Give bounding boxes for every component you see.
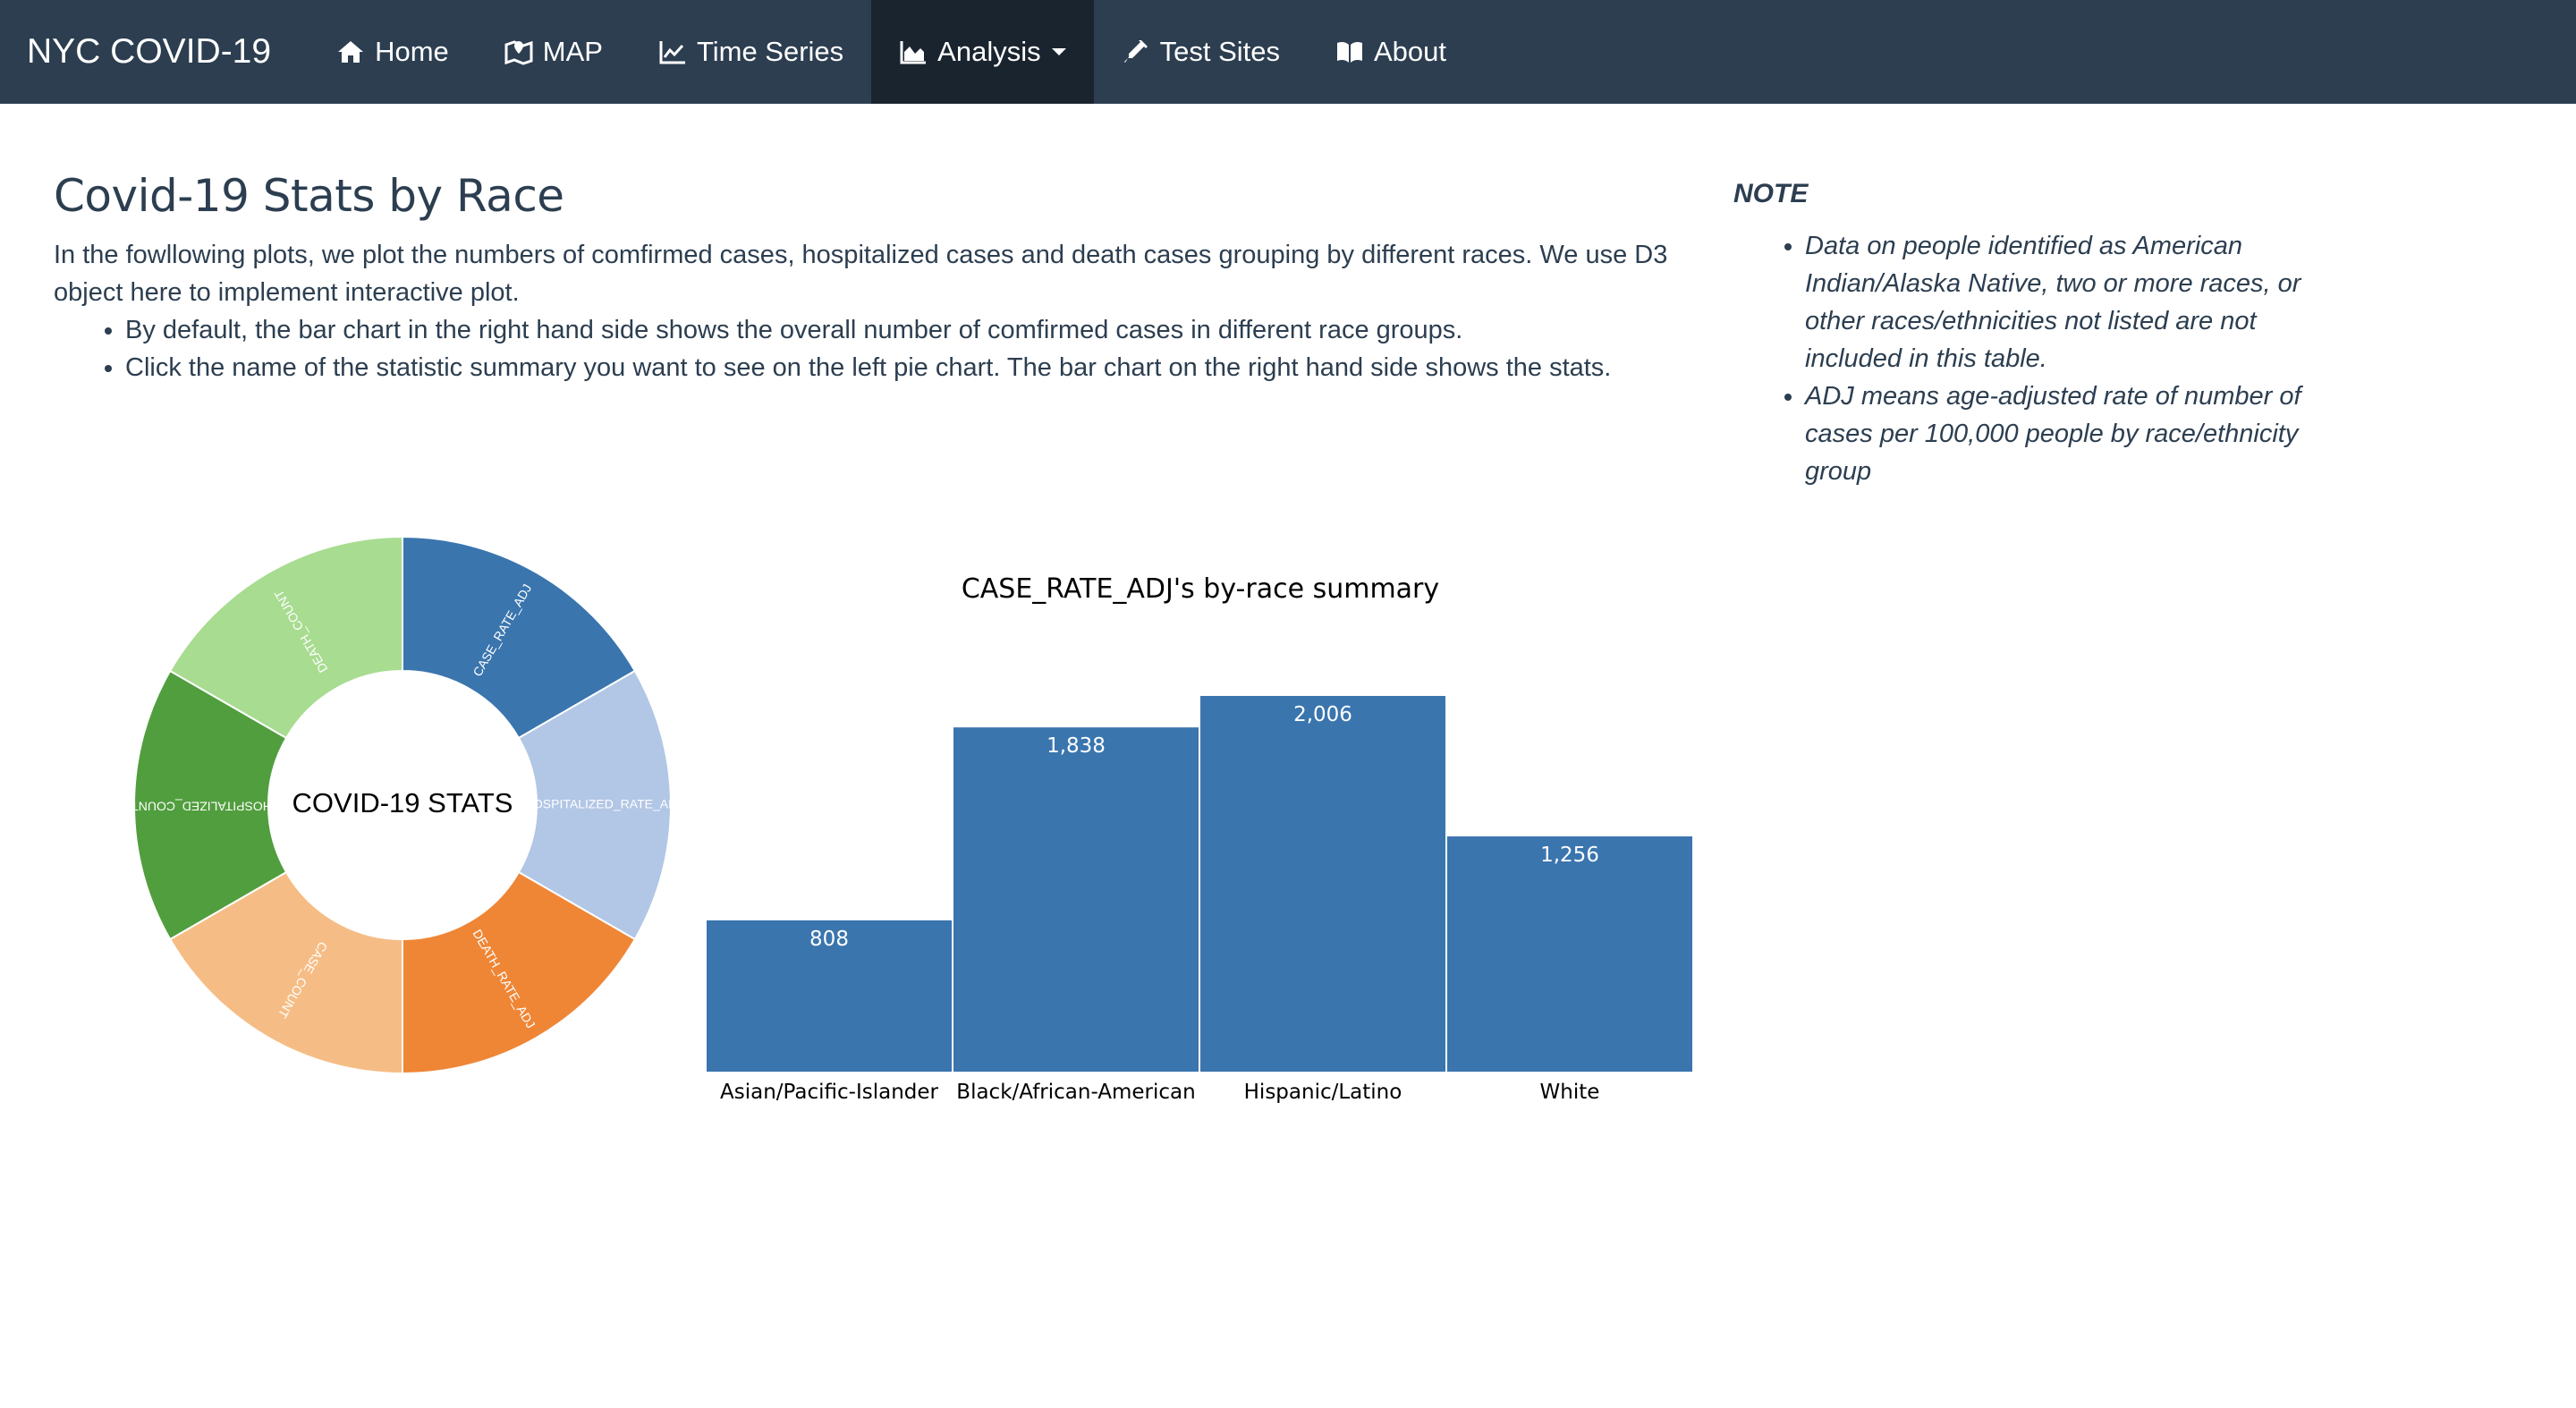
intro-paragraph: In the fowllowing plots, we plot the num… — [54, 241, 1668, 307]
bar[interactable] — [953, 727, 1199, 1072]
home-icon — [336, 38, 365, 66]
note-bullet: Data on people identified as American In… — [1805, 227, 2342, 377]
x-tick-label: Asian/Pacific-Islander — [720, 1081, 939, 1104]
brand-link[interactable]: NYC COVID-19 — [0, 0, 298, 104]
nav-test-sites-label: Test Sites — [1159, 36, 1280, 67]
nav-time-series-label: Time Series — [696, 36, 844, 67]
nav-time-series[interactable]: Time Series — [631, 0, 871, 104]
note-list: Data on people identified as American In… — [1733, 227, 2342, 490]
nav-home-label: Home — [375, 36, 449, 67]
area-chart-icon — [899, 38, 928, 66]
donut-center-label: COVID-19 STATS — [292, 787, 513, 819]
nav-test-sites[interactable]: Test Sites — [1094, 0, 1308, 104]
book-icon — [1335, 38, 1364, 66]
nav-about-label: About — [1374, 36, 1447, 67]
x-tick-label: Black/African-American — [956, 1081, 1195, 1104]
x-tick-label: Hispanic/Latino — [1244, 1081, 1402, 1104]
nav-map-label: MAP — [542, 36, 603, 67]
bar[interactable] — [1447, 836, 1692, 1072]
bar-value-label: 808 — [809, 928, 849, 951]
nav-analysis-label: Analysis — [937, 36, 1041, 67]
intro-bullet: By default, the bar chart in the right h… — [125, 311, 1682, 349]
note-bullet: ADJ means age-adjusted rate of number of… — [1805, 377, 2342, 490]
note-title: NOTE — [1733, 179, 1809, 208]
nav-analysis-dropdown[interactable]: Analysis — [871, 0, 1094, 104]
bar-value-label: 1,838 — [1046, 734, 1106, 758]
nav-map[interactable]: MAP — [477, 0, 631, 104]
stats-donut-chart: CASE_RATE_ADJHOSPITALIZED_RATE_ADJDEATH_… — [131, 535, 680, 1075]
navbar: NYC COVID-19 Home MAP Time Series Analys… — [0, 0, 2576, 104]
intro-section: Covid-19 Stats by Race In the fowllowing… — [54, 170, 1682, 386]
intro-bullet: Click the name of the statistic summary … — [125, 349, 1682, 386]
bar-chart-title: CASE_RATE_ADJ's by-race summary — [962, 573, 1439, 605]
bar-value-label: 2,006 — [1293, 703, 1352, 726]
syringe-icon — [1122, 38, 1150, 66]
page-title: Covid-19 Stats by Race — [54, 170, 564, 222]
nav-home[interactable]: Home — [309, 0, 477, 104]
bar-value-label: 1,256 — [1540, 844, 1599, 867]
line-chart-icon — [658, 38, 687, 66]
note-section: NOTE Data on people identified as Americ… — [1733, 179, 2342, 490]
x-tick-label: White — [1540, 1081, 1600, 1104]
bar[interactable] — [1200, 696, 1445, 1072]
nav-about[interactable]: About — [1308, 0, 1474, 104]
caret-down-icon — [1051, 48, 1066, 55]
intro-list: By default, the bar chart in the right h… — [54, 311, 1682, 386]
map-icon — [504, 38, 533, 66]
race-bar-chart: CASE_RATE_ADJ's by-race summary 808 Asian/… — [707, 573, 1692, 1104]
